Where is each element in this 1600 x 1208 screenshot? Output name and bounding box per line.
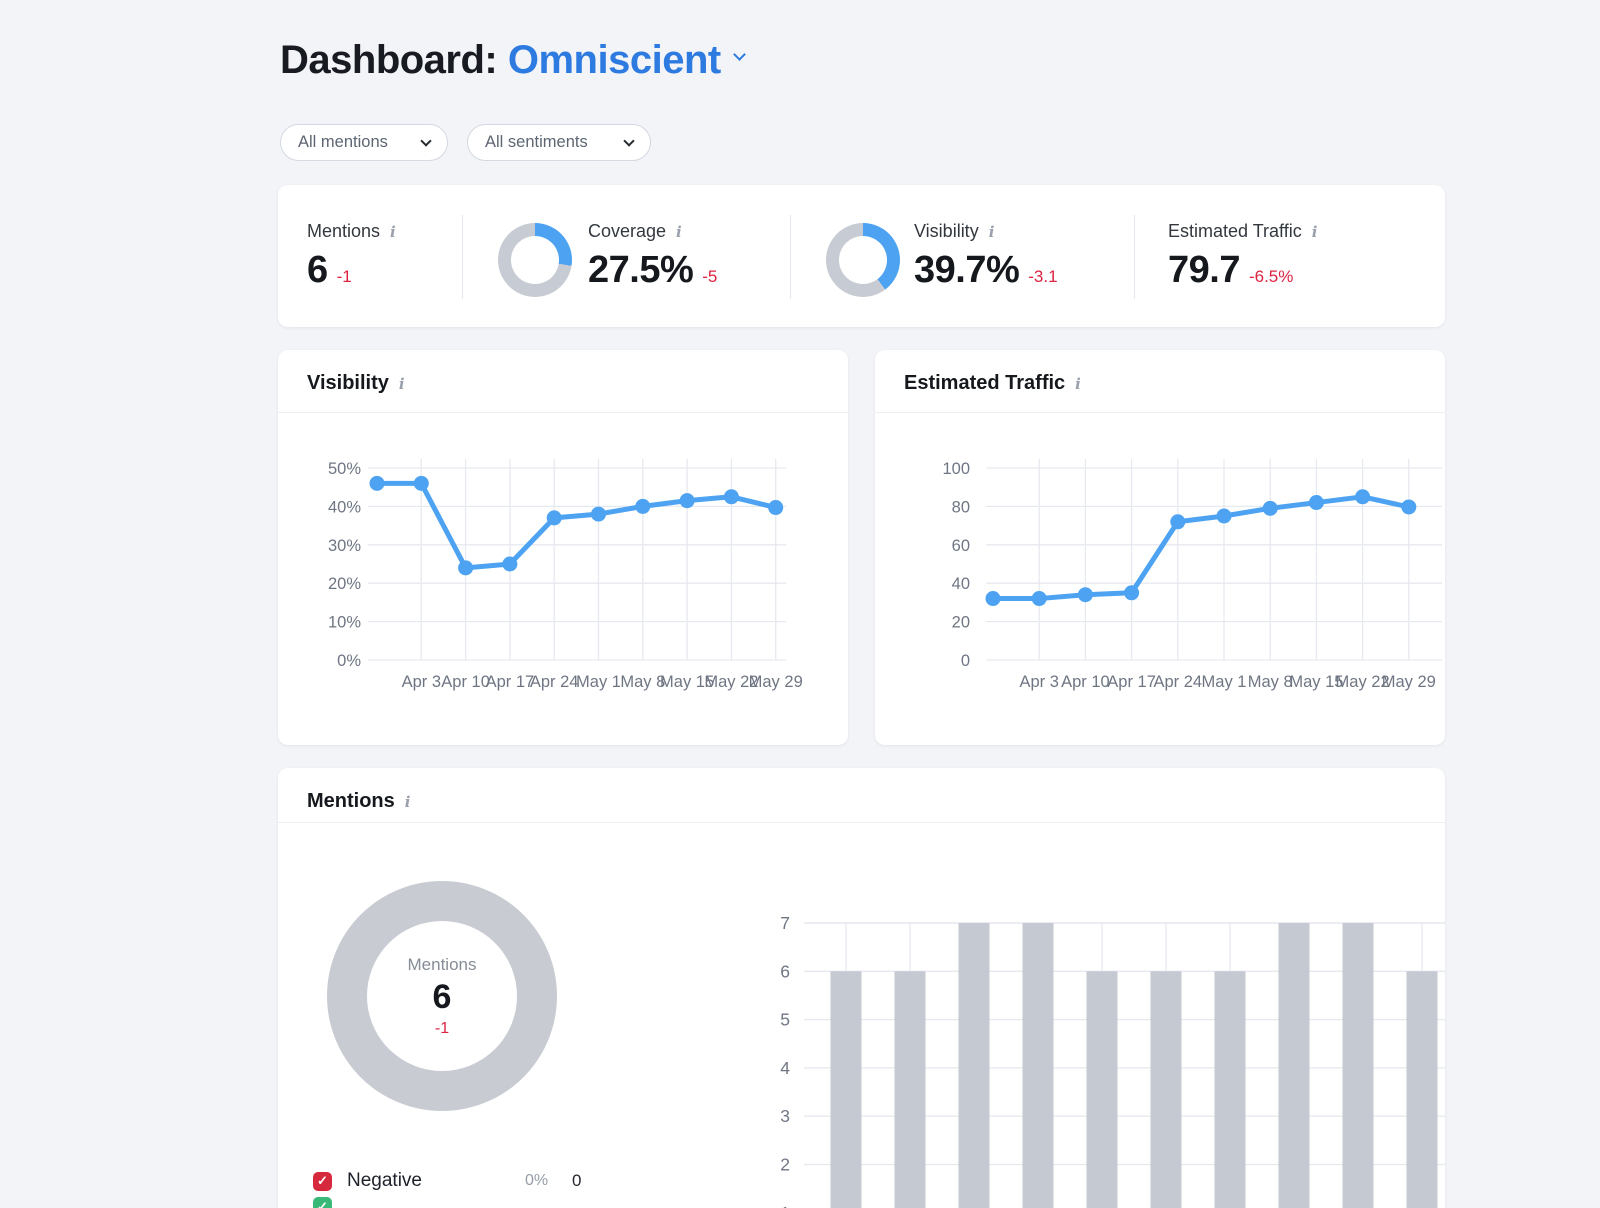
legend-item-negative: ✓ Negative 0% 0 — [313, 1170, 422, 1192]
card-title: Visibility — [307, 372, 389, 395]
svg-text:30%: 30% — [328, 537, 361, 555]
stat-label: Mentions — [307, 221, 380, 242]
stat-mentions: Mentions i 6 -1 — [307, 221, 396, 292]
svg-text:2: 2 — [780, 1155, 790, 1175]
svg-text:May 29: May 29 — [749, 673, 803, 691]
svg-text:50%: 50% — [328, 460, 361, 478]
page-title: Dashboard: Omniscient — [280, 38, 744, 83]
divider — [278, 412, 848, 413]
donut-center-label: Mentions — [408, 955, 477, 975]
chevron-down-icon — [733, 48, 746, 61]
donut-center-value: 6 — [433, 978, 452, 1017]
stat-value: 6 — [307, 249, 328, 292]
svg-text:5: 5 — [780, 1010, 790, 1030]
divider — [875, 412, 1445, 413]
mentions-donut-chart: Mentions 6 -1 — [327, 881, 557, 1111]
stat-value: 39.7% — [914, 249, 1019, 292]
svg-text:Apr 10: Apr 10 — [1061, 673, 1110, 691]
svg-text:May 1: May 1 — [1202, 673, 1247, 691]
divider — [278, 822, 1445, 823]
svg-text:0: 0 — [961, 652, 970, 670]
info-icon[interactable]: i — [1312, 223, 1318, 241]
stat-label: Estimated Traffic — [1168, 221, 1302, 242]
svg-text:Apr 17: Apr 17 — [486, 673, 535, 691]
divider — [1134, 215, 1135, 299]
svg-text:4: 4 — [780, 1058, 790, 1078]
svg-text:3: 3 — [780, 1106, 790, 1126]
filter-sentiments-label: All sentiments — [485, 133, 588, 152]
svg-text:40%: 40% — [328, 498, 361, 516]
svg-text:10%: 10% — [328, 614, 361, 632]
svg-text:Apr 24: Apr 24 — [1153, 673, 1202, 691]
stat-value: 27.5% — [588, 249, 693, 292]
legend-percent: 0% — [525, 1172, 548, 1190]
svg-text:Apr 24: Apr 24 — [530, 673, 579, 691]
svg-text:Apr 3: Apr 3 — [1019, 673, 1058, 691]
svg-text:Apr 3: Apr 3 — [402, 673, 441, 691]
stat-coverage: Coverage i 27.5% -5 — [588, 221, 717, 292]
visibility-line-chart: 50% 40% 30% 20% 10% 0% Apr 3Apr 10Apr 17Apr 24… — [296, 438, 826, 708]
card-title: Estimated Traffic — [904, 372, 1065, 395]
filter-mentions-label: All mentions — [298, 133, 388, 152]
stat-delta: -5 — [702, 267, 717, 287]
estimated-traffic-card: Estimated Traffici 100806040200Apr 3Apr … — [875, 350, 1445, 745]
svg-text:May 8: May 8 — [1248, 673, 1293, 691]
filter-mentions-dropdown[interactable]: All mentions — [280, 124, 448, 161]
svg-text:May 1: May 1 — [576, 673, 621, 691]
stat-delta: -1 — [337, 267, 352, 287]
filter-sentiments-dropdown[interactable]: All sentiments — [467, 124, 651, 161]
page-title-prefix: Dashboard: — [280, 38, 497, 82]
info-icon[interactable]: i — [989, 223, 995, 241]
stat-delta: -6.5% — [1249, 267, 1293, 287]
svg-text:Apr 17: Apr 17 — [1107, 673, 1156, 691]
stat-delta: -3.1 — [1028, 267, 1057, 287]
visibility-card: Visibility i 50% 40% 30% 20% 10% 0% Apr 3Apr 10… — [278, 350, 848, 745]
svg-text:6: 6 — [780, 961, 790, 981]
info-icon[interactable]: i — [1075, 375, 1081, 393]
donut-center-delta: -1 — [435, 1020, 449, 1038]
positive-checkbox[interactable]: ✓ — [313, 1197, 332, 1208]
divider — [462, 215, 463, 299]
stats-summary-card: Mentions i 6 -1 Coverage i 27.5% -5 Visibili… — [278, 185, 1445, 327]
dashboard-screen: Dashboard: Omniscient All mentions All s… — [0, 0, 1600, 1208]
card-title: Mentions — [307, 790, 395, 813]
info-icon[interactable]: i — [390, 223, 396, 241]
stat-value: 79.7 — [1168, 249, 1240, 292]
mentions-bar-chart: 7 6 5 4 3 2 1 — [760, 860, 1445, 1208]
stat-visibility: Visibility i 39.7% -3.1 — [914, 221, 1058, 292]
svg-text:40: 40 — [952, 575, 970, 593]
mentions-card: Mentionsi Mentions 6 -1 ✓ Negative 0% 0 … — [278, 768, 1445, 1208]
svg-text:20: 20 — [952, 614, 970, 632]
legend-label: Negative — [347, 1170, 422, 1192]
project-name[interactable]: Omniscient — [508, 38, 721, 82]
info-icon[interactable]: i — [405, 793, 411, 811]
svg-text:Apr 10: Apr 10 — [441, 673, 490, 691]
project-selector[interactable]: Omniscient — [508, 38, 744, 82]
chevron-down-icon — [420, 135, 431, 146]
svg-text:80: 80 — [952, 498, 970, 516]
divider — [790, 215, 791, 299]
chevron-down-icon — [623, 135, 634, 146]
visibility-donut-chart — [826, 223, 900, 297]
svg-text:60: 60 — [952, 537, 970, 555]
stat-label: Visibility — [914, 221, 979, 242]
info-icon[interactable]: i — [676, 223, 682, 241]
svg-text:0%: 0% — [337, 652, 361, 670]
negative-checkbox[interactable]: ✓ — [313, 1172, 332, 1191]
legend-count: 0 — [572, 1171, 581, 1191]
svg-text:7: 7 — [780, 913, 790, 933]
stat-estimated-traffic: Estimated Traffic i 79.7 -6.5% — [1168, 221, 1317, 292]
estimated-traffic-line-chart: 100 80 60 40 20 0 Apr 3Apr 10Apr 17Apr 24May 1… — [893, 438, 1445, 708]
stat-label: Coverage — [588, 221, 666, 242]
svg-text:100: 100 — [942, 460, 970, 478]
coverage-donut-chart — [498, 223, 572, 297]
svg-text:May 8: May 8 — [620, 673, 665, 691]
svg-text:20%: 20% — [328, 575, 361, 593]
legend-item-clipped: ✓ — [313, 1197, 347, 1208]
svg-text:1: 1 — [780, 1203, 790, 1208]
svg-text:May 29: May 29 — [1382, 673, 1436, 691]
info-icon[interactable]: i — [399, 375, 405, 393]
